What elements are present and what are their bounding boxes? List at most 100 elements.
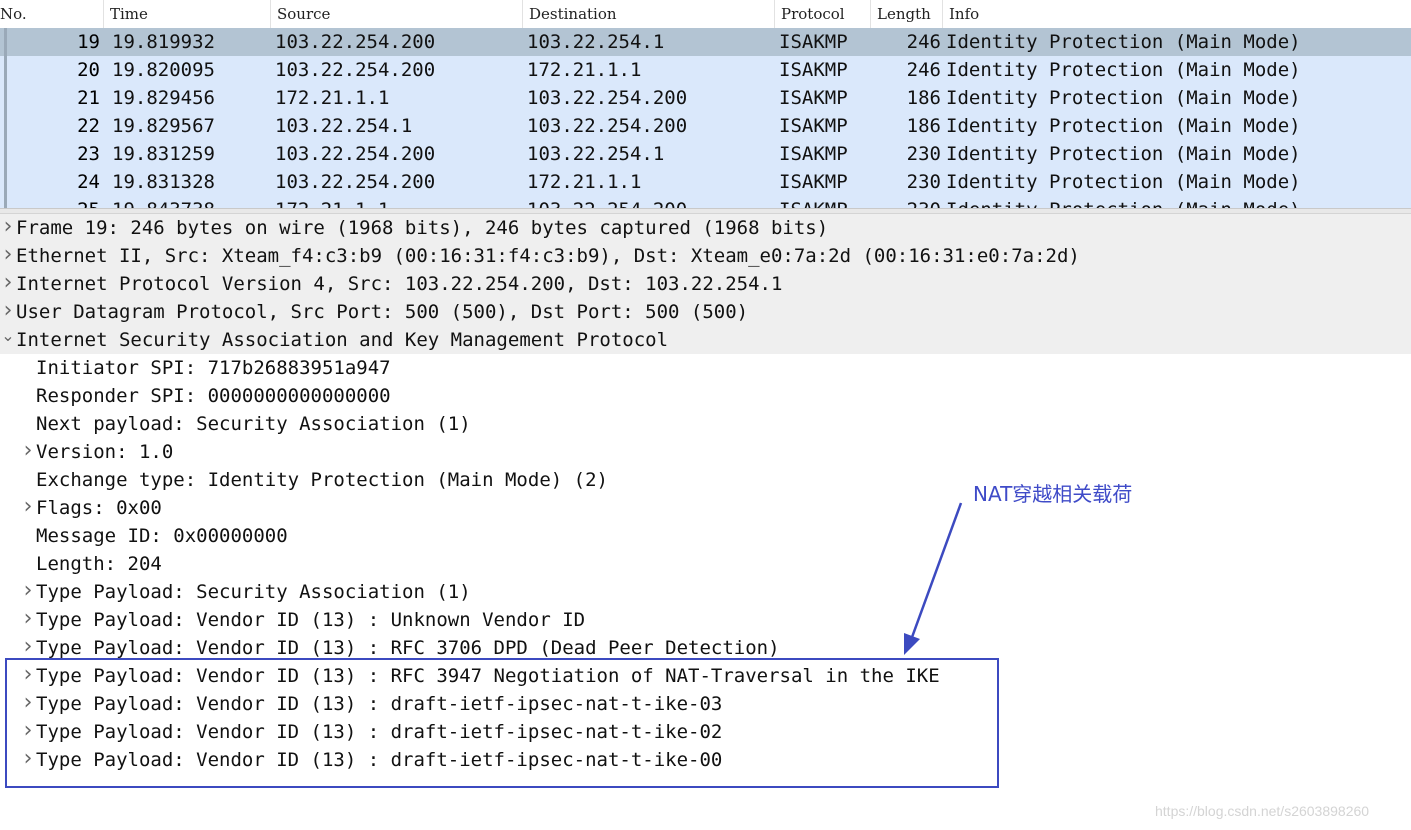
- packet-source: 172.21.1.1: [275, 196, 389, 208]
- packet-no: 21: [77, 87, 100, 109]
- packet-protocol: ISAKMP: [779, 87, 848, 109]
- column-header-info[interactable]: Info: [943, 0, 1411, 28]
- packet-source: 103.22.254.200: [275, 59, 436, 81]
- tree-item[interactable]: Next payload: Security Association (1): [0, 410, 1411, 438]
- annotation-label: NAT穿越相关载荷: [973, 482, 1133, 506]
- packet-time: 19.843738: [112, 196, 215, 208]
- column-header-source[interactable]: Source: [271, 0, 523, 28]
- chevron-right-icon[interactable]: ›: [1, 213, 15, 241]
- packet-list-header: No. Time Source Destination Protocol Len…: [0, 0, 1411, 29]
- packet-destination: 172.21.1.1: [527, 59, 642, 81]
- tree-item-top[interactable]: ⌄ Internet Security Association and Key M…: [0, 326, 1411, 354]
- tree-item-top[interactable]: › Ethernet II, Src: Xteam_f4:c3:b9 (00:16…: [0, 242, 1411, 270]
- packet-source: 172.21.1.1: [275, 87, 390, 109]
- tree-item-label: Initiator SPI: 717b26883951a947: [36, 357, 391, 379]
- packet-protocol: ISAKMP: [779, 31, 848, 53]
- tree-item-label: Type Payload: Vendor ID (13) : Unknown V…: [36, 609, 586, 631]
- packet-length: 230: [906, 171, 941, 193]
- tree-item[interactable]: › Flags: 0x00: [0, 494, 1411, 522]
- chevron-right-icon[interactable]: ›: [1, 297, 15, 325]
- packet-info: Identity Protection (Main Mode): [946, 87, 1301, 109]
- packet-length: 186: [906, 87, 941, 109]
- packet-row[interactable]: 24 19.831328 103.22.254.200 172.21.1.1 ISAKM…: [0, 168, 1411, 196]
- packet-source: 103.22.254.1: [275, 115, 413, 137]
- packet-info: Identity Protection (Main Mode): [946, 196, 1301, 208]
- tree-item-label: Length: 204: [36, 553, 162, 575]
- packet-no: 22: [77, 115, 100, 137]
- tree-item-label: Frame 19: 246 bytes on wire (1968 bits),…: [16, 217, 829, 239]
- packet-destination: 103.22.254.1: [527, 143, 665, 165]
- packet-info: Identity Protection (Main Mode): [946, 143, 1301, 165]
- chevron-right-icon[interactable]: ›: [21, 437, 35, 465]
- tree-item[interactable]: Initiator SPI: 717b26883951a947: [0, 354, 1411, 382]
- chevron-right-icon[interactable]: ›: [21, 493, 35, 521]
- packet-destination: 103.22.254.200: [527, 196, 687, 208]
- tree-item-label: Version: 1.0: [36, 441, 174, 463]
- chevron-right-icon[interactable]: ›: [21, 633, 35, 661]
- tree-item[interactable]: › Version: 1.0: [0, 438, 1411, 466]
- chevron-down-icon[interactable]: ⌄: [1, 322, 15, 350]
- column-header-protocol[interactable]: Protocol: [775, 0, 871, 28]
- column-header-destination[interactable]: Destination: [523, 0, 775, 28]
- packet-time: 19.831259: [112, 143, 215, 165]
- packet-info: Identity Protection (Main Mode): [946, 31, 1301, 53]
- packet-info: Identity Protection (Main Mode): [946, 171, 1301, 193]
- packet-row[interactable]: 20 19.820095 103.22.254.200 172.21.1.1 ISAKM…: [0, 56, 1411, 84]
- packet-row[interactable]: 25 19.843738 172.21.1.1 103.22.254.200 ISAKM…: [0, 196, 1411, 208]
- packet-source: 103.22.254.200: [275, 143, 436, 165]
- tree-item-top[interactable]: › Internet Protocol Version 4, Src: 103.2…: [0, 270, 1411, 298]
- packet-length: 246: [906, 31, 941, 53]
- tree-item-label: Responder SPI: 0000000000000000: [36, 385, 391, 407]
- packet-list[interactable]: No. Time Source Destination Protocol Len…: [0, 0, 1411, 208]
- column-header-length[interactable]: Length: [871, 0, 943, 28]
- tree-item-label: Ethernet II, Src: Xteam_f4:c3:b9 (00:16:…: [16, 245, 1080, 267]
- packet-row[interactable]: 23 19.831259 103.22.254.200 103.22.254.1 ISA…: [0, 140, 1411, 168]
- chevron-right-icon[interactable]: ›: [1, 269, 15, 297]
- packet-protocol: ISAKMP: [779, 143, 848, 165]
- chevron-right-icon[interactable]: ›: [21, 605, 35, 633]
- packet-row[interactable]: 21 19.829456 172.21.1.1 103.22.254.200 ISAKM…: [0, 84, 1411, 112]
- packet-length: 186: [906, 115, 941, 137]
- packet-protocol: ISAKMP: [779, 196, 848, 208]
- packet-destination: 103.22.254.1: [527, 31, 665, 53]
- packet-time: 19.829567: [112, 115, 215, 137]
- tree-item-top[interactable]: › User Datagram Protocol, Src Port: 500 (…: [0, 298, 1411, 326]
- packet-time: 19.820095: [112, 59, 215, 81]
- packet-length: 230: [875, 196, 941, 208]
- packet-row-selected[interactable]: 19 19.819932 103.22.254.200 103.22.254.1 ISA…: [0, 28, 1411, 56]
- tree-item-label: Next payload: Security Association (1): [36, 413, 471, 435]
- packet-info: Identity Protection (Main Mode): [946, 115, 1301, 137]
- tree-item-label: Flags: 0x00: [36, 497, 162, 519]
- tree-item[interactable]: › Type Payload: Security Association (1): [0, 578, 1411, 606]
- tree-item[interactable]: Responder SPI: 0000000000000000: [0, 382, 1411, 410]
- packet-protocol: ISAKMP: [779, 115, 848, 137]
- tree-item-label: Type Payload: Security Association (1): [36, 581, 471, 603]
- packet-length: 246: [906, 59, 941, 81]
- tree-item-label: Internet Protocol Version 4, Src: 103.22…: [16, 273, 783, 295]
- packet-time: 19.819932: [112, 31, 215, 53]
- packet-time: 19.829456: [112, 87, 215, 109]
- tree-item-label: User Datagram Protocol, Src Port: 500 (5…: [16, 301, 749, 323]
- chevron-right-icon[interactable]: ›: [1, 241, 15, 269]
- column-header-time[interactable]: Time: [104, 0, 271, 28]
- tree-item-top[interactable]: › Frame 19: 246 bytes on wire (1968 bits)…: [0, 214, 1411, 242]
- tree-item[interactable]: Exchange type: Identity Protection (Main…: [0, 466, 1411, 494]
- packet-length: 230: [906, 143, 941, 165]
- packet-destination: 172.21.1.1: [527, 171, 642, 193]
- packet-info: Identity Protection (Main Mode): [946, 59, 1301, 81]
- packet-row[interactable]: 22 19.829567 103.22.254.1 103.22.254.200 ISA…: [0, 112, 1411, 140]
- watermark: https://blog.csdn.net/s2603898260: [1155, 803, 1370, 819]
- packet-destination: 103.22.254.200: [527, 115, 688, 137]
- tree-item[interactable]: Message ID: 0x00000000: [0, 522, 1411, 550]
- packet-no: 25: [0, 196, 100, 208]
- tree-item[interactable]: › Type Payload: Vendor ID (13) : Unknown …: [0, 606, 1411, 634]
- packet-destination: 103.22.254.200: [527, 87, 688, 109]
- chevron-right-icon[interactable]: ›: [21, 577, 35, 605]
- packet-no: 24: [77, 171, 100, 193]
- packet-no: 19: [77, 31, 100, 53]
- packet-source: 103.22.254.200: [275, 31, 436, 53]
- packet-time: 19.831328: [112, 171, 215, 193]
- tree-item-label: Message ID: 0x00000000: [36, 525, 288, 547]
- tree-item[interactable]: Length: 204: [0, 550, 1411, 578]
- column-header-no[interactable]: No.: [0, 0, 104, 28]
